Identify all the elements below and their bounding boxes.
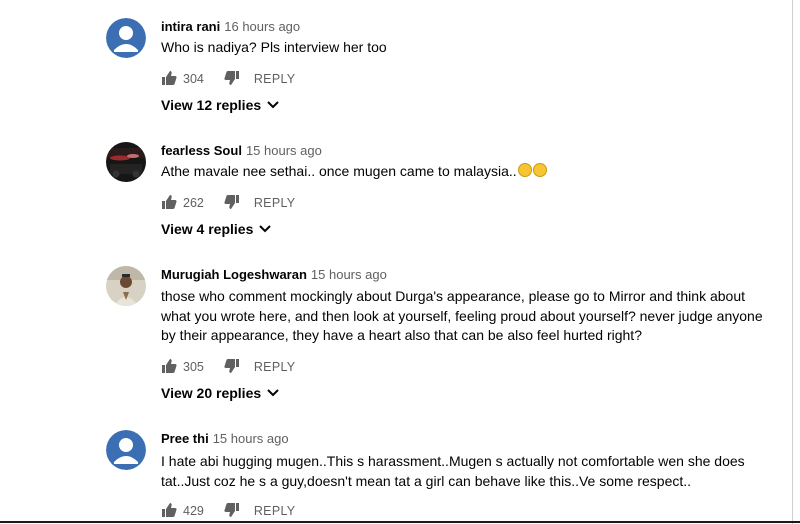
view-replies-label: View 12 replies (161, 97, 262, 113)
view-replies-label: View 20 replies (161, 385, 262, 401)
comment-text-line: what you wrote here, and then look at yo… (161, 307, 763, 324)
reply-button[interactable]: REPLY (254, 196, 296, 210)
avatar[interactable] (106, 430, 146, 470)
comment-actions: 304 REPLY (161, 69, 295, 89)
comment-time[interactable]: 15 hours ago (213, 431, 289, 446)
comment-header: fearless Soul 15 hours ago (161, 143, 322, 158)
reply-button[interactable]: REPLY (254, 360, 296, 374)
comment-time[interactable]: 16 hours ago (224, 19, 300, 34)
comment-actions: 429 REPLY (161, 501, 295, 521)
chevron-down-icon (267, 389, 279, 397)
chevron-down-icon (259, 225, 272, 233)
thumbs-down-icon[interactable] (224, 194, 240, 213)
comment-time[interactable]: 15 hours ago (311, 267, 387, 282)
thumbs-up-icon[interactable] (161, 502, 177, 521)
reply-button[interactable]: REPLY (254, 72, 296, 86)
comment-header: Pree thi 15 hours ago (161, 431, 289, 446)
bottom-border (0, 521, 800, 523)
avatar[interactable] (106, 266, 146, 306)
reply-button[interactable]: REPLY (254, 504, 296, 518)
comment-actions: 262 REPLY (161, 193, 295, 213)
laughing-emoji-icon (532, 163, 547, 177)
comment-text: those who comment mockingly about Durga'… (161, 287, 781, 346)
view-replies-button[interactable]: View 12 replies (161, 97, 279, 113)
comment-text: Who is nadiya? Pls interview her too (161, 38, 761, 58)
author-name[interactable]: Pree thi (161, 431, 209, 446)
comment-header: Murugiah Logeshwaran 15 hours ago (161, 267, 387, 282)
like-count: 304 (183, 72, 204, 86)
comment-header: intira rani 16 hours ago (161, 19, 300, 34)
thumbs-down-icon[interactable] (224, 502, 240, 521)
avatar[interactable] (106, 18, 146, 58)
comment-text-line: I hate abi hugging mugen..This s harassm… (161, 453, 745, 469)
comment-time[interactable]: 15 hours ago (246, 143, 322, 158)
like-count: 305 (183, 360, 204, 374)
right-border (792, 0, 793, 524)
thumbs-up-icon[interactable] (161, 358, 177, 377)
avatar[interactable] (106, 142, 146, 182)
comment-text-line: those who comment mockingly about Durga'… (161, 288, 746, 304)
view-replies-button[interactable]: View 20 replies (161, 385, 279, 401)
view-replies-label: View 4 replies (161, 221, 254, 237)
view-replies-button[interactable]: View 4 replies (161, 221, 272, 237)
author-name[interactable]: intira rani (161, 19, 220, 34)
comment-text: Athe mavale nee sethai.. once mugen came… (161, 162, 761, 182)
comment-text-line: Who is nadiya? Pls interview her too (161, 39, 387, 55)
chevron-down-icon (267, 101, 279, 109)
like-count: 262 (183, 196, 204, 210)
comment-text: I hate abi hugging mugen..This s harassm… (161, 452, 781, 491)
comment-text-line: Athe mavale nee sethai.. once mugen came… (161, 163, 517, 179)
thumbs-up-icon[interactable] (161, 70, 177, 89)
laughing-emoji-icon (517, 163, 532, 177)
comment-text-line: tat..Just coz he s a guy,doesn't mean ta… (161, 472, 692, 489)
thumbs-down-icon[interactable] (224, 70, 240, 89)
author-name[interactable]: Murugiah Logeshwaran (161, 267, 307, 282)
author-name[interactable]: fearless Soul (161, 143, 242, 158)
thumbs-up-icon[interactable] (161, 194, 177, 213)
comment-text-line: by their appearance, they have a heart a… (161, 327, 642, 343)
comment-actions: 305 REPLY (161, 357, 295, 377)
like-count: 429 (183, 504, 204, 518)
thumbs-down-icon[interactable] (224, 358, 240, 377)
